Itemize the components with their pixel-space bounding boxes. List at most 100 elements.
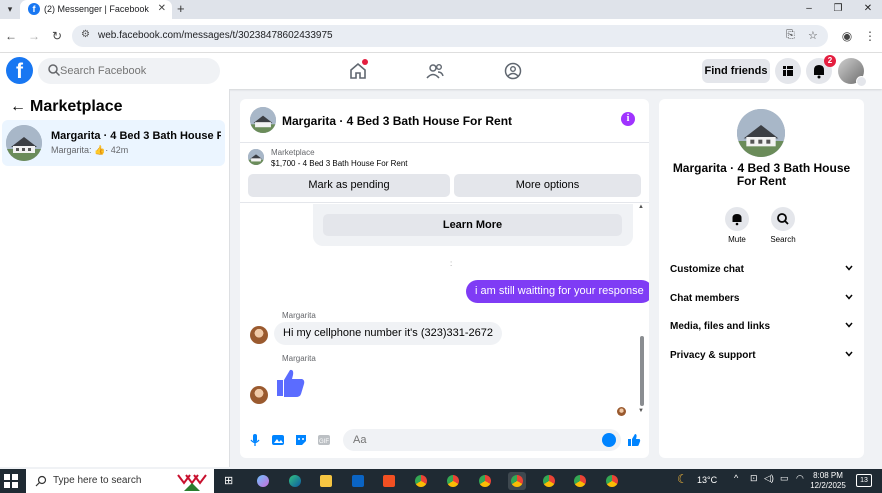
search-input[interactable] <box>60 62 210 80</box>
gif-icon[interactable]: GIF <box>317 433 331 447</box>
scroll-up-arrow-icon[interactable]: ▲ <box>638 204 644 210</box>
friends-icon[interactable] <box>425 61 445 81</box>
search-icon <box>777 213 789 225</box>
chat-panel: Margarita · 4 Bed 3 Bath House For Rent … <box>240 99 649 458</box>
typing-indicator: : <box>450 259 453 268</box>
home-icon[interactable] <box>348 59 368 81</box>
image-icon[interactable] <box>271 433 285 447</box>
system-clock[interactable]: 8:08 PM 12/2/2025 <box>810 471 846 491</box>
like-send-icon[interactable] <box>627 433 641 447</box>
privacy-support-section[interactable]: Privacy & support <box>669 345 856 367</box>
thread-scrollbar[interactable]: ▲ ▼ <box>638 204 646 420</box>
more-options-button[interactable]: More options <box>454 174 641 197</box>
facebook-logo-icon[interactable]: f <box>6 57 33 84</box>
url-text[interactable]: web.facebook.com/messages/t/302384786024… <box>98 30 333 41</box>
svg-text:GIF: GIF <box>319 439 329 445</box>
facebook-favicon-icon: f <box>28 3 40 15</box>
tray-overflow-chevron-icon[interactable]: ^ <box>734 473 738 483</box>
site-settings-icon[interactable]: ⚙ <box>81 29 90 40</box>
find-friends-button[interactable]: Find friends <box>702 59 770 83</box>
notification-center-icon[interactable]: 13 <box>856 474 872 487</box>
sender-avatar[interactable] <box>250 326 268 344</box>
browser-toolbar: ← → ↻ ⚙ web.facebook.com/messages/t/3023… <box>0 19 882 53</box>
search-in-chat-button[interactable] <box>771 207 795 231</box>
chevron-down-icon <box>845 322 853 328</box>
chrome-profile-app-icon[interactable] <box>444 472 462 490</box>
thumbs-up-icon: 👍 <box>94 145 106 155</box>
taskbar-search[interactable]: Type here to search <box>26 469 214 493</box>
forward-arrow-icon[interactable]: → <box>26 29 42 43</box>
taskbar-search-placeholder: Type here to search <box>53 475 142 486</box>
sender-avatar[interactable] <box>250 386 268 404</box>
chat-listing-thumbnail[interactable] <box>250 107 276 133</box>
meet-icon[interactable]: ⊡ <box>750 473 758 484</box>
bookmark-star-icon[interactable]: ☆ <box>808 29 818 42</box>
facebook-search[interactable] <box>38 58 220 84</box>
browser-menu-icon[interactable]: ⋮ <box>862 29 878 43</box>
address-bar[interactable]: ⚙ web.facebook.com/messages/t/3023847860… <box>72 25 828 47</box>
media-files-links-section[interactable]: Media, files and links <box>669 316 856 338</box>
wifi-icon[interactable]: ◠ <box>796 473 804 484</box>
mute-action[interactable]: Mute <box>717 207 757 244</box>
store-app-icon[interactable] <box>380 472 398 490</box>
chrome-profile-app-icon[interactable] <box>571 472 589 490</box>
listing-price-title[interactable]: $1,700 - 4 Bed 3 Bath House For Rent <box>271 159 408 168</box>
groups-icon[interactable] <box>503 61 523 81</box>
conversation-info-panel: Margarita · 4 Bed 3 Bath House For Rent … <box>659 99 864 458</box>
chrome-profile-app-icon[interactable] <box>540 472 558 490</box>
install-app-icon[interactable]: ⎘ <box>786 29 795 42</box>
scrollbar-thumb[interactable] <box>640 336 644 406</box>
file-explorer-app-icon[interactable] <box>317 472 335 490</box>
tab-close-icon[interactable]: ✕ <box>158 3 166 14</box>
close-window-button[interactable]: ✕ <box>857 2 879 16</box>
customize-chat-section[interactable]: Customize chat <box>669 259 856 281</box>
battery-icon[interactable]: ▭ <box>780 473 789 484</box>
emoji-icon[interactable] <box>602 433 616 447</box>
listing-mini-thumbnail[interactable] <box>248 149 264 165</box>
tab-search-dropdown-icon[interactable]: ▾ <box>3 2 17 16</box>
marketplace-listing-bar: Marketplace $1,700 - 4 Bed 3 Bath House … <box>240 143 649 203</box>
chrome-profile-app-icon[interactable] <box>508 472 526 490</box>
bell-icon <box>732 214 742 226</box>
chrome-profile-app-icon[interactable] <box>603 472 621 490</box>
new-tab-button[interactable]: + <box>177 1 185 16</box>
chrome-profile-app-icon[interactable] <box>476 472 494 490</box>
windows-start-icon[interactable] <box>4 474 18 488</box>
browser-tab-messenger[interactable]: f (2) Messenger | Facebook ✕ <box>20 0 172 19</box>
listing-card: Learn More <box>313 204 633 246</box>
scroll-down-arrow-icon[interactable]: ▼ <box>638 408 644 414</box>
mute-button[interactable] <box>725 207 749 231</box>
copilot-app-icon[interactable] <box>254 472 272 490</box>
info-icon[interactable]: i <box>621 112 635 126</box>
minimize-button[interactable]: – <box>798 2 820 16</box>
conversation-preview: Margarita: 👍· 42m <box>51 145 128 156</box>
chrome-app-icon[interactable] <box>412 472 430 490</box>
menu-grid-button[interactable] <box>775 58 801 84</box>
account-avatar[interactable] <box>838 58 867 87</box>
clock-time: 8:08 PM <box>813 471 843 480</box>
search-action[interactable]: Search <box>763 207 803 244</box>
message-input[interactable] <box>343 429 621 451</box>
weather-moon-icon[interactable]: ☾ <box>677 472 688 486</box>
edge-app-icon[interactable] <box>286 472 304 490</box>
section-label: Chat members <box>670 293 740 304</box>
notifications-button[interactable]: 2 <box>806 55 836 84</box>
sticker-icon[interactable] <box>294 433 308 447</box>
speaker-icon[interactable]: ◁) <box>764 473 774 484</box>
restore-button[interactable]: ❐ <box>827 2 849 16</box>
sender-label: Margarita <box>282 311 316 320</box>
learn-more-button[interactable]: Learn More <box>323 214 622 236</box>
preview-time: · 42m <box>105 145 129 155</box>
microphone-icon[interactable] <box>248 433 262 447</box>
profile-icon[interactable]: ◉ <box>839 29 855 43</box>
outlook-app-icon[interactable] <box>349 472 367 490</box>
mark-as-pending-button[interactable]: Mark as pending <box>248 174 450 197</box>
chat-members-section[interactable]: Chat members <box>669 288 856 310</box>
weather-temperature[interactable]: 13°C <box>697 475 717 485</box>
task-view-icon[interactable]: ⊞ <box>224 474 233 487</box>
reload-icon[interactable]: ↻ <box>49 29 65 43</box>
chat-title[interactable]: Margarita · 4 Bed 3 Bath House For Rent <box>282 114 512 128</box>
back-arrow-icon[interactable]: ← <box>3 29 19 43</box>
back-arrow-icon[interactable]: ← <box>10 98 30 116</box>
conversation-item[interactable]: Margarita · 4 Bed 3 Bath House Fo... Mar… <box>2 120 225 166</box>
